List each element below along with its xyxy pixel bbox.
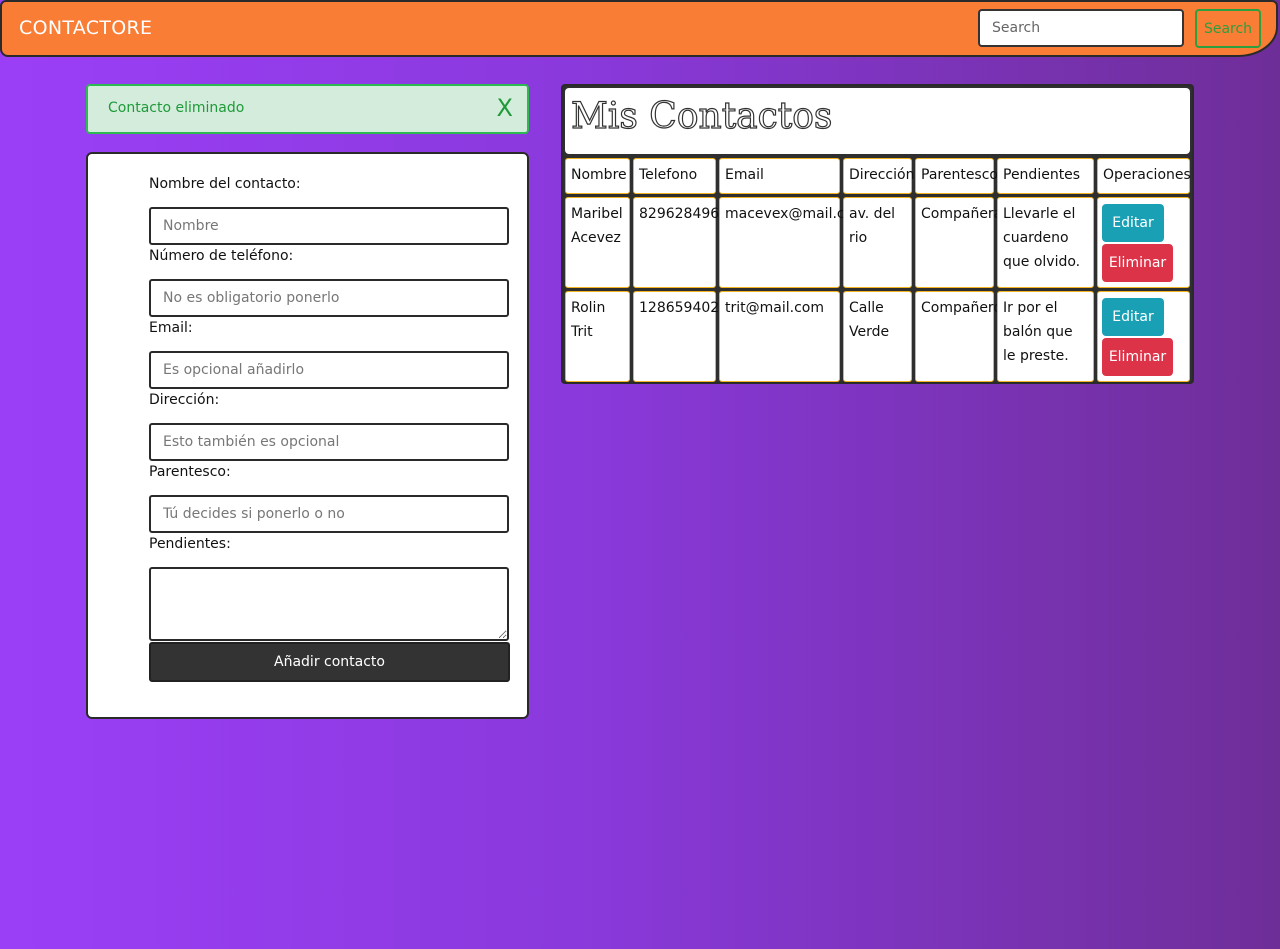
email-label: Email: (149, 320, 193, 336)
success-alert: Contacto eliminado X (86, 84, 529, 134)
cell-phone: 8296284963 (633, 197, 728, 288)
cell-pending: Llevarle el cuardeno que olvido. (997, 197, 1094, 288)
cell-email: trit@mail.com (719, 291, 840, 382)
cell-relation: Compañera (915, 197, 1002, 288)
brand-logo[interactable]: CONTACTORE (19, 17, 152, 39)
header-pendientes: Pendientes (997, 158, 1094, 194)
edit-button[interactable]: Editar (1102, 298, 1164, 336)
cell-name: Maribel Acevez (565, 197, 630, 288)
phone-field[interactable] (149, 279, 509, 317)
header-nombre: Nombre (565, 158, 630, 194)
pending-textarea[interactable] (149, 567, 509, 641)
relation-field[interactable] (149, 495, 509, 533)
cell-operations: Editar Eliminar (1097, 197, 1190, 288)
add-contact-button[interactable]: Añadir contacto (149, 642, 510, 682)
edit-button[interactable]: Editar (1102, 204, 1164, 242)
alert-message: Contacto eliminado (108, 100, 245, 116)
search-input[interactable] (978, 9, 1184, 47)
address-field[interactable] (149, 423, 509, 461)
contact-form: Nombre del contacto: Número de teléfono:… (86, 152, 529, 719)
cell-relation: Compañero (915, 291, 1002, 382)
search-button[interactable]: Search (1195, 9, 1261, 48)
delete-button[interactable]: Eliminar (1102, 338, 1173, 376)
header-email: Email (719, 158, 840, 194)
name-field[interactable] (149, 207, 509, 245)
contacts-table: Mis Contactos Nombre Telefono Email Dire… (561, 84, 1194, 384)
pending-label: Pendientes: (149, 536, 231, 552)
cell-operations: Editar Eliminar (1097, 291, 1190, 382)
cell-email: macevex@mail.com (719, 197, 867, 288)
name-label: Nombre del contacto: (149, 176, 301, 192)
cell-address: Calle Verde (843, 291, 912, 382)
page-title: Mis Contactos (570, 95, 833, 137)
phone-label: Número de teléfono: (149, 248, 294, 264)
cell-pending: Ir por el balón que le preste. (997, 291, 1094, 382)
cell-name: Rolin Trit (565, 291, 630, 382)
header-parentesco: Parentesco (915, 158, 998, 194)
table-title-box: Mis Contactos (565, 88, 1190, 154)
cell-phone: 1286594024 (633, 291, 728, 382)
address-label: Dirección: (149, 392, 220, 408)
header-operaciones: Operaciones (1097, 158, 1191, 194)
header-direccion: Dirección (843, 158, 914, 194)
header-telefono: Telefono (633, 158, 716, 194)
email-field[interactable] (149, 351, 509, 389)
cell-address: av. del rio (843, 197, 912, 288)
delete-button[interactable]: Eliminar (1102, 244, 1173, 282)
close-icon[interactable]: X (497, 94, 513, 122)
relation-label: Parentesco: (149, 464, 231, 480)
